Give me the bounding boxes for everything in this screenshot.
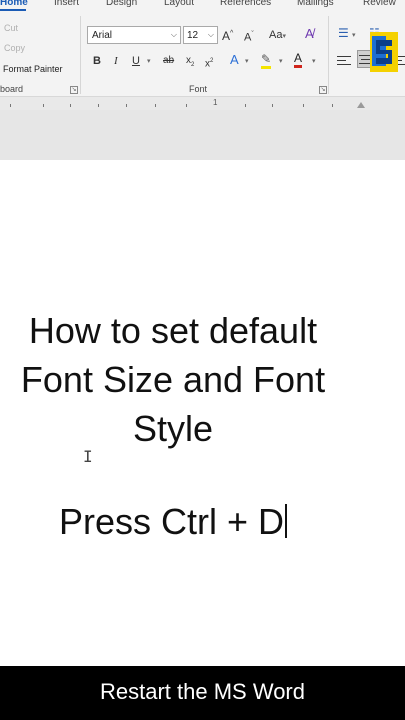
ruler-tick <box>126 104 127 107</box>
document-canvas-background <box>0 110 405 160</box>
ruler-tick <box>155 104 156 107</box>
right-indent-marker[interactable] <box>357 102 365 108</box>
heading-line: Font Size and Font <box>20 359 326 400</box>
ruler-tick <box>186 104 187 107</box>
chevron-down-icon: ⌵ <box>207 30 214 39</box>
clipboard-launcher-icon[interactable]: ↘ <box>70 86 78 94</box>
change-case-button[interactable]: Aa▾ <box>269 28 286 44</box>
mouse-ibeam-cursor-icon: I <box>83 447 93 466</box>
chevron-down-icon: ⌵ <box>170 30 177 39</box>
chevron-down-icon[interactable]: ▾ <box>147 55 151 69</box>
ruler-tick <box>10 104 11 107</box>
font-size-box[interactable]: 12 ⌵ <box>183 26 218 44</box>
clear-formatting-icon[interactable]: A̸ <box>305 27 314 41</box>
document-instruction[interactable]: Press Ctrl + D <box>0 498 346 546</box>
ruler-tick <box>303 104 304 107</box>
align-left-icon[interactable] <box>337 53 353 67</box>
chevron-down-icon[interactable]: ▾ <box>245 55 249 69</box>
bold-button[interactable]: B <box>93 54 101 68</box>
tab-design[interactable]: Design <box>106 0 137 8</box>
ruler-tick <box>245 104 246 107</box>
channel-logo-icon <box>370 32 398 72</box>
document-heading[interactable]: How to set default Font Size and Font St… <box>0 306 346 453</box>
underline-button[interactable]: U <box>132 54 140 68</box>
tab-layout[interactable]: Layout <box>164 0 194 8</box>
tab-mailings[interactable]: Mailings <box>297 0 334 8</box>
grow-font-button[interactable]: A^ <box>222 27 233 43</box>
horizontal-ruler[interactable]: 1 <box>0 96 405 110</box>
subscript-button[interactable]: x2 <box>186 54 194 72</box>
superscript-button[interactable]: x2 <box>205 54 213 71</box>
italic-button[interactable]: I <box>114 54 118 68</box>
font-name-box[interactable]: Arial ⌵ <box>87 26 181 44</box>
heading-line: How to set default <box>28 310 318 351</box>
ruler-tick <box>272 104 273 107</box>
chevron-down-icon[interactable]: ▾ <box>279 55 283 69</box>
heading-line: Style <box>132 408 214 449</box>
ruler-tick <box>70 104 71 107</box>
chevron-down-icon[interactable]: ▾ <box>352 29 356 43</box>
font-group-label: Font <box>189 84 208 94</box>
strikethrough-button[interactable]: ab <box>163 54 174 68</box>
clipboard-group-label: board <box>0 84 24 94</box>
ruler-tick <box>43 104 44 107</box>
bullets-icon[interactable]: ☰ <box>338 26 349 40</box>
font-color-button[interactable]: A <box>294 51 303 68</box>
format-painter-button[interactable]: Format Painter <box>3 64 63 74</box>
ruler-tick <box>98 104 99 107</box>
tab-insert[interactable]: Insert <box>54 0 79 8</box>
group-divider <box>328 16 329 94</box>
font-size-value: 12 <box>187 30 199 41</box>
ribbon: Home Insert Design Layout References Mai… <box>0 0 405 97</box>
copy-button[interactable]: Copy <box>4 43 25 53</box>
shrink-font-button[interactable]: Aˇ <box>244 28 254 45</box>
tab-home[interactable]: Home <box>0 0 28 11</box>
text-effects-button[interactable]: A <box>230 53 239 67</box>
ruler-tick <box>332 104 333 107</box>
text-cursor-icon <box>285 504 288 538</box>
cut-button[interactable]: Cut <box>4 23 18 33</box>
tab-review[interactable]: Review <box>363 0 396 8</box>
instruction-text: Press Ctrl + D <box>58 501 285 542</box>
font-name-value: Arial <box>92 30 113 41</box>
chevron-down-icon[interactable]: ▾ <box>312 55 316 69</box>
highlight-pen-icon[interactable]: ✎ <box>261 52 272 69</box>
tab-references[interactable]: References <box>220 0 271 8</box>
ruler-number: 1 <box>213 98 218 107</box>
video-caption: Restart the MS Word <box>0 666 405 720</box>
group-divider <box>80 16 81 94</box>
font-launcher-icon[interactable]: ↘ <box>319 86 327 94</box>
ribbon-tabs: Home Insert Design Layout References Mai… <box>0 0 405 12</box>
